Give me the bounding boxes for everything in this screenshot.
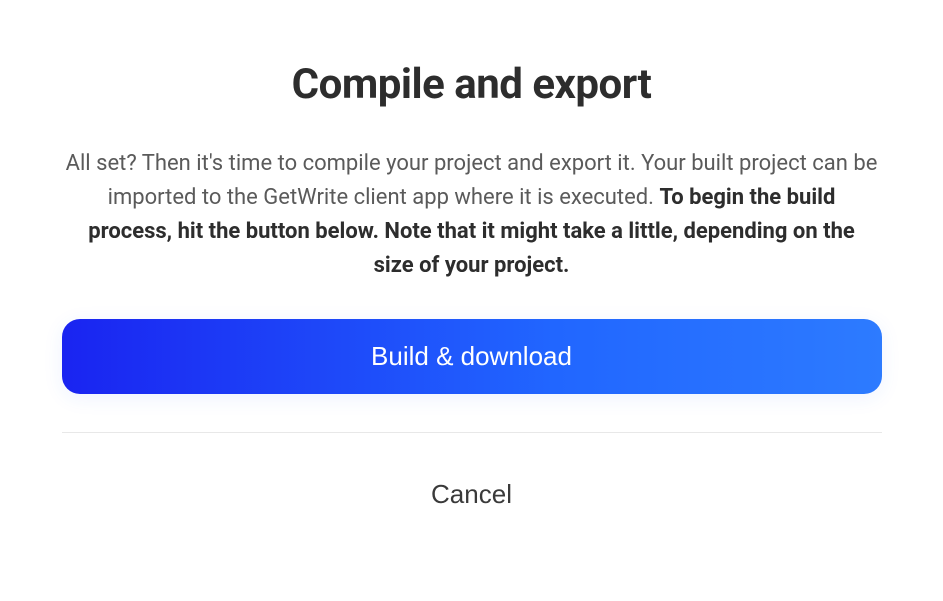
dialog-title: Compile and export — [62, 60, 882, 109]
cancel-button[interactable]: Cancel — [62, 433, 882, 530]
build-download-button[interactable]: Build & download — [62, 319, 882, 394]
compile-export-dialog: Compile and export All set? Then it's ti… — [62, 60, 882, 530]
dialog-description: All set? Then it's time to compile your … — [62, 147, 882, 283]
